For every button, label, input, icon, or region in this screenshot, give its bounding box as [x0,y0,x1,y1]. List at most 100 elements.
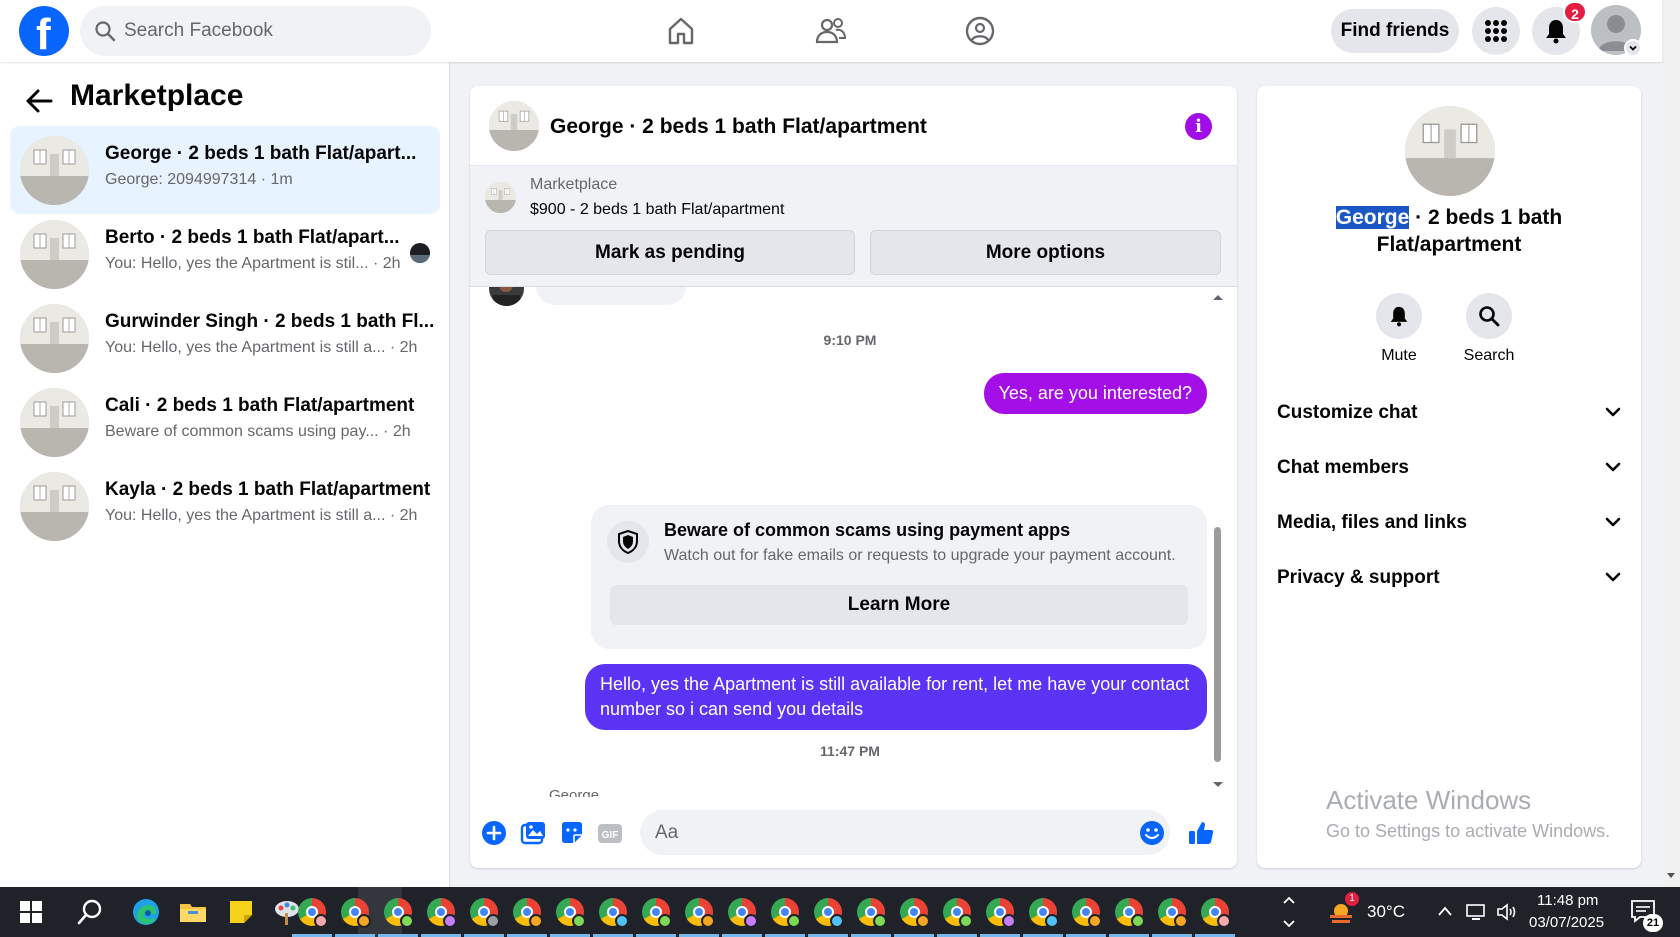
top-navigation-bar: f Find friends 2 [0,0,1662,62]
page-scrollbar[interactable] [1662,0,1680,887]
chrome-icon[interactable] [1115,898,1145,928]
section-label: Privacy & support [1277,567,1440,588]
chat-members-section[interactable]: Chat members [1277,449,1621,489]
gif-icon[interactable]: GIF [596,819,624,847]
mute-action[interactable]: Mute [1354,293,1444,365]
clock-date[interactable]: 03/07/2025 [1529,914,1604,931]
sticker-icon[interactable] [558,819,586,847]
scam-warning-card: Beware of common scams using payment app… [591,505,1207,649]
friends-icon [815,18,847,44]
scroll-down-arrow-icon[interactable] [1212,781,1224,789]
windows-taskbar: 1 30°C 11:48 pm 03/07/2025 21 [0,887,1680,937]
tray-chevron-up-icon[interactable] [1437,905,1453,917]
clock-time[interactable]: 11:48 pm [1537,892,1598,909]
message-thread: 9:10 PM Yes, are you interested? Beware … [470,287,1237,797]
learn-more-button[interactable]: Learn More [610,585,1188,625]
message-input[interactable] [640,810,1170,855]
conversation-thumbnail[interactable] [1405,106,1495,196]
seen-avatar [410,243,430,263]
chevron-down-icon[interactable] [1282,919,1296,929]
chrome-icon[interactable] [986,898,1016,928]
svg-text:GIF: GIF [602,830,619,841]
sticky-notes-icon[interactable] [226,897,256,927]
conversation-preview: Beware of common scams using pay... · 2h [105,423,411,440]
chrome-icon[interactable] [857,898,887,928]
chrome-icon[interactable] [728,898,758,928]
conversation-title: Cali · 2 beds 1 bath Flat/apartment [105,395,415,416]
facebook-logo[interactable]: f [19,6,69,59]
chrome-icon[interactable] [556,898,586,928]
chrome-icon[interactable] [1072,898,1102,928]
find-friends-button[interactable]: Find friends [1331,9,1459,53]
sidebar-title: Marketplace [70,79,244,112]
info-icon[interactable]: i [1185,113,1212,140]
menu-button[interactable] [1472,7,1520,55]
edge-browser-icon[interactable] [131,897,161,927]
outgoing-message[interactable]: Hello, yes the Apartment is still availa… [585,664,1207,730]
scrollbar-thumb[interactable] [1214,527,1221,762]
windows-start-icon[interactable] [16,897,46,927]
timestamp: 9:10 PM [823,332,877,348]
activate-windows-title: Activate Windows [1326,785,1532,815]
conversation-title: George · 2 beds 1 bath Flat/apart... [105,143,417,164]
scroll-up-arrow-icon[interactable] [1212,293,1224,301]
mark-as-pending-button[interactable]: Mark as pending [485,230,855,275]
back-arrow-icon[interactable] [25,88,53,114]
customize-chat-section[interactable]: Customize chat [1277,394,1621,434]
chrome-icon[interactable] [341,898,371,928]
chrome-icon[interactable] [1201,898,1231,928]
chrome-icon[interactable] [642,898,672,928]
search-action[interactable]: Search [1444,293,1534,365]
conversation-item[interactable]: Kayla · 2 beds 1 bath Flat/apartment You… [10,462,440,550]
chrome-icon[interactable] [1158,898,1188,928]
account-dropdown-button[interactable] [1624,39,1642,57]
chevron-up-icon[interactable] [1282,895,1296,905]
notification-count-badge: 21 [1643,914,1663,932]
notification-count-badge: 2 [1563,1,1587,23]
chat-listing-thumbnail[interactable] [489,101,539,151]
chrome-icon[interactable] [427,898,457,928]
conversation-item[interactable]: Berto · 2 beds 1 bath Flat/apart... You:… [10,210,440,298]
conversation-item[interactable]: Gurwinder Singh · 2 beds 1 bath Fl... Yo… [10,294,440,382]
listing-title[interactable]: $900 - 2 beds 1 bath Flat/apartment [530,201,784,219]
chrome-icon[interactable] [685,898,715,928]
add-more-icon[interactable] [480,819,508,847]
chat-title[interactable]: George · 2 beds 1 bath Flat/apartment [550,115,927,139]
conversation-item[interactable]: George · 2 beds 1 bath Flat/apart... Geo… [10,126,440,214]
message-scrollbar[interactable] [1210,287,1224,797]
volume-icon[interactable] [1496,902,1518,922]
chrome-icon[interactable] [943,898,973,928]
more-options-button[interactable]: More options [870,230,1221,275]
home-nav-button[interactable] [662,12,700,50]
network-icon[interactable] [1465,902,1487,922]
outgoing-message[interactable]: Yes, are you interested? [983,373,1207,414]
thumbs-up-icon[interactable] [1187,819,1215,847]
chat-details-panel: George · 2 beds 1 bath Flat/apartment Mu… [1257,86,1641,868]
chrome-icon[interactable] [599,898,629,928]
chrome-icon[interactable] [298,898,328,928]
chrome-icon[interactable] [1029,898,1059,928]
chrome-icon[interactable] [771,898,801,928]
search-box[interactable] [80,6,431,56]
chrome-icon[interactable] [384,898,414,928]
chrome-icon[interactable] [814,898,844,928]
scam-warning-title: Beware of common scams using payment app… [664,520,1071,540]
privacy-support-section[interactable]: Privacy & support [1277,559,1621,599]
shield-icon [618,530,638,554]
search-icon[interactable] [75,897,105,927]
listing-thumbnail [20,388,89,457]
conversation-item[interactable]: Cali · 2 beds 1 bath Flat/apartment Bewa… [10,378,440,466]
photo-icon[interactable] [519,819,547,847]
groups-nav-button[interactable] [961,12,999,50]
scam-warning-body: Watch out for fake emails or requests to… [664,547,1176,564]
file-explorer-icon[interactable] [178,897,208,927]
emoji-icon[interactable] [1138,819,1166,847]
search-input[interactable] [124,6,414,56]
chrome-icon[interactable] [470,898,500,928]
friends-nav-button[interactable] [812,12,850,50]
temperature[interactable]: 30°C [1367,902,1405,922]
chrome-icon[interactable] [513,898,543,928]
media-files-links-section[interactable]: Media, files and links [1277,504,1621,544]
chrome-icon[interactable] [900,898,930,928]
scroll-down-arrow-icon[interactable] [1666,872,1676,880]
